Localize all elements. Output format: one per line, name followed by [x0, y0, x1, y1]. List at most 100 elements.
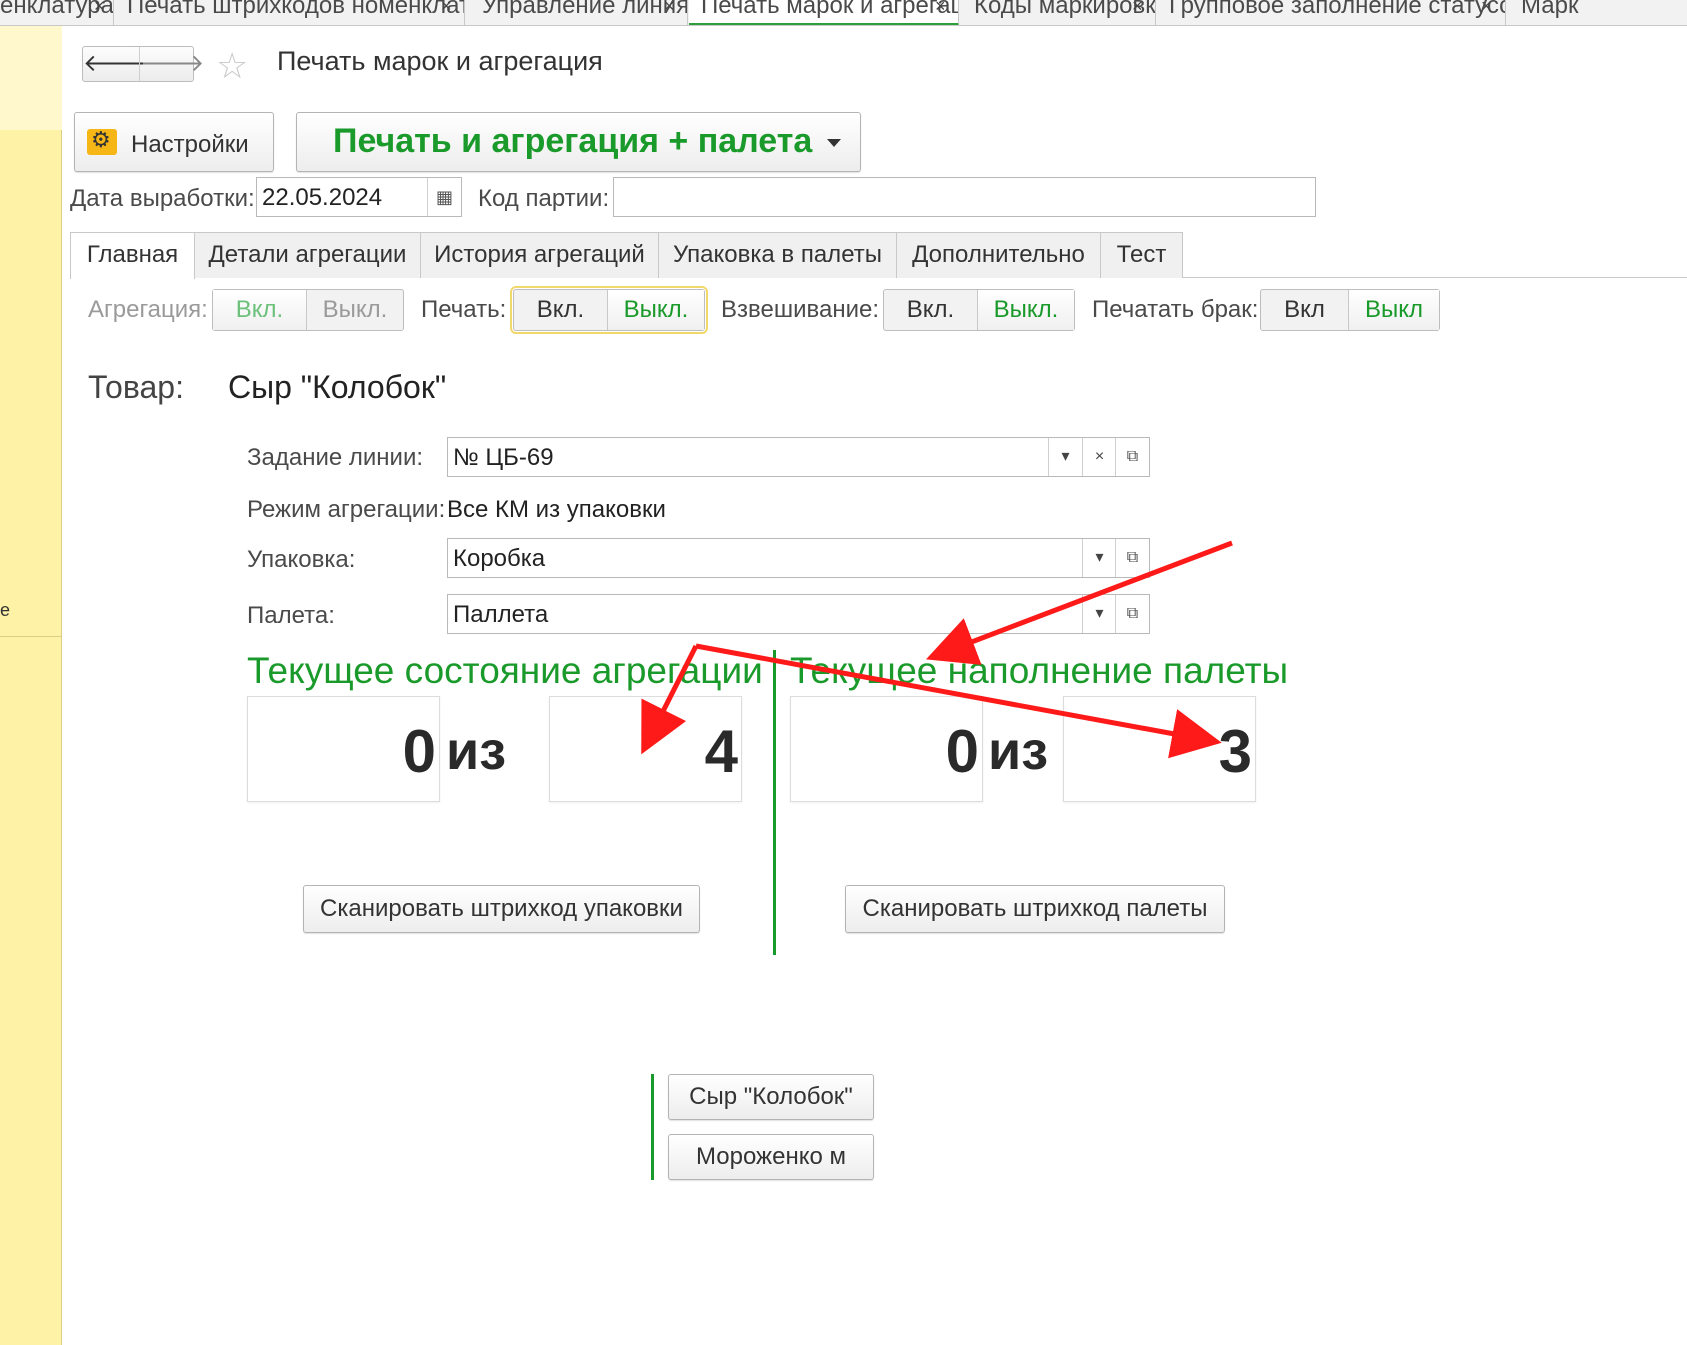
- window-tab-nomenclature[interactable]: енклатура ×: [0, 0, 114, 25]
- batch-code-field[interactable]: [613, 177, 1316, 217]
- section-panel-highlight[interactable]: [0, 26, 62, 130]
- window-tab-status-fill[interactable]: Групповое заполнение статусов КМ ×: [1157, 0, 1506, 25]
- chevron-down-icon[interactable]: [827, 139, 841, 147]
- gear-folder-icon: [87, 127, 117, 155]
- print-toggle-label: Печать:: [421, 296, 507, 323]
- open-icon[interactable]: ⧉: [1115, 595, 1149, 633]
- product-button-icecream[interactable]: Мороженко м: [668, 1134, 874, 1180]
- aggregation-total-box: 4: [549, 696, 742, 802]
- tab-aggregation-history[interactable]: История агрегаций: [420, 232, 659, 278]
- window-tab-label: Групповое заполнение статусов КМ: [1169, 0, 1505, 19]
- weighing-toggle: Вкл. Выкл.: [883, 289, 1075, 331]
- scan-package-button[interactable]: Сканировать штрихкод упаковки: [303, 885, 700, 933]
- aggregation-on-option[interactable]: Вкл.: [213, 290, 307, 330]
- forward-arrow-icon[interactable]: 🡒: [139, 47, 204, 81]
- open-icon[interactable]: ⧉: [1115, 438, 1149, 476]
- pallet-field[interactable]: Паллета ▾ ⧉: [447, 594, 1150, 634]
- navigation-buttons: 🡐 🡒: [82, 46, 204, 82]
- chevron-down-icon[interactable]: ▾: [1082, 595, 1116, 633]
- tab-pallet-packing[interactable]: Упаковка в палеты: [658, 232, 897, 278]
- weighing-on-option[interactable]: Вкл.: [884, 290, 978, 330]
- window-tab-line-management[interactable]: Управление линиями ×: [466, 0, 688, 25]
- print-defect-toggle-label: Печатать брак:: [1092, 296, 1259, 323]
- aggregation-current-value: 0: [402, 718, 436, 785]
- product-value: Сыр "Колобок": [228, 369, 447, 405]
- pallet-state-title: Текущее наполнение палеты: [790, 650, 1289, 691]
- aggregation-toggle: Вкл. Выкл.: [212, 289, 404, 331]
- window-tab-label: Марк: [1521, 0, 1579, 19]
- settings-button[interactable]: Настройки: [74, 112, 274, 172]
- form-tab-bar: Главная Детали агрегации История агрегац…: [70, 232, 1687, 279]
- agg-mode-label: Режим агрегации:: [247, 496, 446, 523]
- close-icon[interactable]: ×: [1132, 0, 1143, 15]
- form-title: Печать марок и агрегация: [277, 46, 603, 76]
- chevron-down-icon[interactable]: ▾: [1082, 539, 1116, 577]
- product-buttons-divider: [651, 1074, 654, 1180]
- tab-test[interactable]: Тест: [1100, 232, 1183, 278]
- line-task-label: Задание линии:: [247, 444, 424, 471]
- close-icon[interactable]: ×: [441, 0, 452, 15]
- section-panel-text[interactable]: e: [0, 600, 10, 621]
- print-defect-on-option[interactable]: Вкл: [1261, 290, 1349, 330]
- favorite-star-icon[interactable]: ☆: [216, 46, 248, 86]
- close-icon[interactable]: ×: [94, 0, 105, 15]
- print-off-option[interactable]: Выкл.: [608, 290, 704, 330]
- print-defect-toggle: Вкл Выкл: [1260, 289, 1440, 331]
- weighing-toggle-label: Взвешивание:: [721, 296, 880, 323]
- tab-additional[interactable]: Дополнительно: [896, 232, 1101, 278]
- aggregation-toggle-label: Агрегация:: [88, 296, 208, 323]
- print-toggle: Вкл. Выкл.: [510, 286, 708, 334]
- aggregation-off-option[interactable]: Выкл.: [307, 290, 403, 330]
- window-tab-marking-codes[interactable]: Коды маркировки ×: [960, 0, 1156, 25]
- open-icon[interactable]: ⧉: [1115, 539, 1149, 577]
- pallet-total-value: 3: [1218, 718, 1252, 785]
- weighing-off-option[interactable]: Выкл.: [978, 290, 1074, 330]
- settings-label: Настройки: [131, 131, 249, 158]
- line-task-field[interactable]: № ЦБ-69 ▾ × ⧉: [447, 437, 1150, 477]
- line-task-value: № ЦБ-69: [453, 444, 554, 471]
- window-tab-bar: енклатура × Печать штрихкодов номенклату…: [0, 0, 1687, 26]
- pallet-current-box: 0: [790, 696, 983, 802]
- section-divider: [0, 636, 62, 637]
- print-defect-off-option[interactable]: Выкл: [1349, 290, 1439, 330]
- pallet-total-box: 3: [1063, 696, 1256, 802]
- production-date-value: 22.05.2024: [262, 184, 383, 211]
- scan-pallet-button[interactable]: Сканировать штрихкод палеты: [845, 885, 1225, 933]
- batch-code-label: Код партии:: [478, 185, 610, 212]
- pallet-of-label: из: [988, 721, 1049, 781]
- section-panel: e: [0, 26, 62, 1345]
- production-date-label: Дата выработки:: [70, 185, 255, 212]
- window-tab-label: Печать марок и агрегация: [701, 0, 958, 19]
- window-tab-print-marks[interactable]: Печать марок и агрегация ×: [689, 0, 959, 25]
- window-tab-marks[interactable]: Марк: [1507, 0, 1687, 25]
- print-on-option[interactable]: Вкл.: [514, 290, 608, 330]
- package-value: Коробка: [453, 545, 546, 572]
- section-divider-line: [773, 650, 776, 955]
- clear-icon[interactable]: ×: [1082, 438, 1116, 476]
- aggregation-current-box: 0: [247, 696, 440, 802]
- window-tab-label: Печать штрихкодов номенклатуры *: [127, 0, 464, 19]
- window-tab-label: Управление линиями: [482, 0, 688, 19]
- chevron-down-icon[interactable]: ▾: [1048, 438, 1082, 476]
- product-label: Товар:: [88, 369, 184, 405]
- package-label: Упаковка:: [247, 546, 356, 573]
- aggregation-state-title: Текущее состояние агрегации: [247, 650, 763, 691]
- product-button-cheese[interactable]: Сыр "Колобок": [668, 1074, 874, 1120]
- tab-aggregation-details[interactable]: Детали агрегации: [194, 232, 421, 278]
- print-aggregation-button[interactable]: Печать и агрегация + палета: [296, 112, 861, 172]
- form-window: 🡐 🡒 ☆ Печать марок и агрегация Настройки…: [62, 26, 1687, 1345]
- close-icon[interactable]: ×: [1481, 0, 1492, 15]
- window-tab-barcode-print[interactable]: Печать штрихкодов номенклатуры * ×: [115, 0, 465, 25]
- close-icon[interactable]: ×: [664, 0, 675, 15]
- window-tab-label: Коды маркировки: [974, 0, 1156, 19]
- back-arrow-icon[interactable]: 🡐: [83, 47, 147, 81]
- production-date-field[interactable]: 22.05.2024 ▦: [256, 177, 462, 217]
- calendar-icon[interactable]: ▦: [427, 178, 461, 216]
- agg-mode-value: Все КМ из упаковки: [447, 496, 666, 523]
- tab-main[interactable]: Главная: [70, 232, 195, 279]
- package-field[interactable]: Коробка ▾ ⧉: [447, 538, 1150, 578]
- pallet-label: Палета:: [247, 602, 335, 629]
- print-aggregation-label: Печать и агрегация + палета: [333, 122, 813, 160]
- pallet-value: Паллета: [453, 601, 549, 628]
- close-icon[interactable]: ×: [935, 0, 946, 15]
